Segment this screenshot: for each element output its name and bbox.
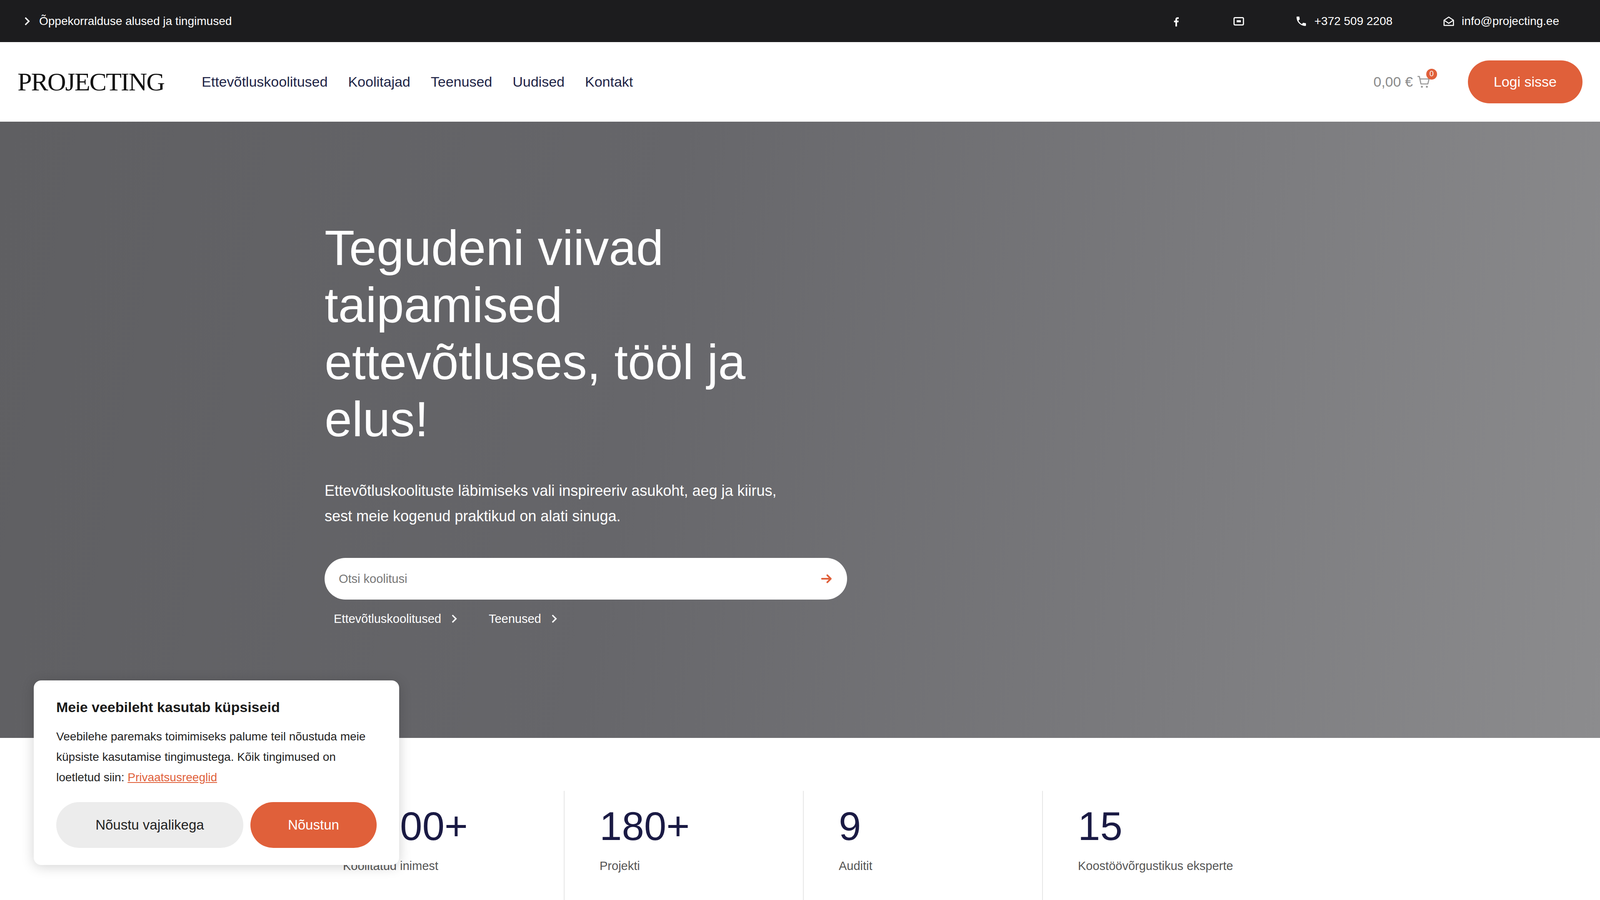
stat-label: Projekti xyxy=(599,857,803,875)
hero-link[interactable]: Ettevõtluskoolitused xyxy=(333,610,460,628)
stat-value: 9 xyxy=(838,803,1043,850)
nav-links: Ettevõtluskoolitused Koolitajad Teenused Uu… xyxy=(201,73,633,90)
facebook-icon[interactable] xyxy=(1170,15,1183,28)
hero-link-text: Ettevõtluskoolitused xyxy=(333,610,442,628)
phone-text: +372 509 2208 xyxy=(1314,14,1393,28)
subtitle-line: Ettevõtluskoolituste läbimiseks vali ins… xyxy=(324,477,850,504)
contact-bar: +372 509 2208 info@projecting.ee xyxy=(1170,14,1560,28)
privacy-link[interactable]: Privaatsusreeglid xyxy=(127,770,218,784)
nav-link[interactable]: Teenused xyxy=(430,73,493,90)
hero-links: Ettevõtluskoolitused Teenused xyxy=(324,610,850,628)
video-icon[interactable] xyxy=(1232,15,1245,28)
cookie-button[interactable]: Nõustun xyxy=(250,802,377,848)
arrow-right-icon[interactable] xyxy=(819,571,834,586)
cart-icon-wrap: 0 xyxy=(1416,74,1432,90)
stat: 9 Auditit xyxy=(802,790,1043,900)
heading-line: ettevõtluses, tööl ja xyxy=(324,333,850,391)
cookie-buttons: Nõustu vajalikegaNõustun xyxy=(56,802,377,848)
stat-label: Auditit xyxy=(838,857,1043,875)
phone-icon xyxy=(1295,15,1308,28)
heading-line: elus! xyxy=(324,390,850,448)
hero-content: Tegudeni viivadtaipamisedettevõtluses, t… xyxy=(324,219,850,628)
chevron-right-icon xyxy=(448,613,460,625)
nav-link[interactable]: Uudised xyxy=(512,73,565,90)
cookie-banner: Meie veebileht kasutab küpsiseid Veebileh… xyxy=(33,680,400,865)
stat-value: 15 xyxy=(1077,803,1282,850)
email-link[interactable]: info@projecting.ee xyxy=(1442,14,1560,28)
phone-link[interactable]: +372 509 2208 xyxy=(1295,14,1393,28)
login-button[interactable]: Logi sisse xyxy=(1467,60,1583,104)
heading-line: taipamised xyxy=(324,276,850,334)
hero-subtitle: Ettevõtluskoolituste läbimiseks vali ins… xyxy=(324,477,850,529)
nav-actions: 0,00 €0Logi sisse xyxy=(1373,60,1583,104)
cookie-button[interactable]: Nõustu vajalikega xyxy=(56,802,244,848)
stat-value: 180+ xyxy=(599,803,803,850)
cart-total: 0,00 € xyxy=(1373,73,1413,90)
main-nav: PROJECTING Ettevõtluskoolitused Koolitajad… xyxy=(0,42,1600,122)
chevron-right-icon xyxy=(548,613,560,625)
hero-link-text: Teenused xyxy=(488,610,542,628)
cookie-text: Veebilehe paremaks toimimiseks palume te… xyxy=(56,726,377,788)
search-field[interactable] xyxy=(324,557,848,600)
logo[interactable]: PROJECTING xyxy=(17,67,165,97)
stat: 15 Koostöövõrgustikus eksperte xyxy=(1042,790,1282,900)
cart-count-badge: 0 xyxy=(1426,68,1438,80)
search-input[interactable] xyxy=(337,571,820,587)
mail-icon xyxy=(1442,15,1455,28)
hero-heading: Tegudeni viivadtaipamisedettevõtluses, t… xyxy=(324,219,850,448)
subtitle-line: sest meie kogenud praktikud on alati sin… xyxy=(324,503,850,529)
top-bar: Õppekorralduse alused ja tingimused +372 … xyxy=(0,0,1600,43)
email-text: info@projecting.ee xyxy=(1461,14,1560,28)
nav-link[interactable]: Kontakt xyxy=(585,73,633,90)
stat-label: Koostöövõrgustikus eksperte xyxy=(1077,857,1282,875)
terms-link-text: Õppekorralduse alused ja tingimused xyxy=(39,14,232,28)
chevron-right-icon xyxy=(21,15,33,27)
hero: Tegudeni viivadtaipamisedettevõtluses, t… xyxy=(0,121,1600,738)
terms-link[interactable]: Õppekorralduse alused ja tingimused xyxy=(21,14,232,28)
hero-link[interactable]: Teenused xyxy=(488,610,560,628)
stat: 180+ Projekti xyxy=(563,790,803,900)
heading-line: Tegudeni viivad xyxy=(324,219,850,277)
nav-link[interactable]: Koolitajad xyxy=(347,73,410,90)
page: Õppekorralduse alused ja tingimused +372 … xyxy=(0,0,1600,900)
nav-link[interactable]: Ettevõtluskoolitused xyxy=(201,73,328,90)
cookie-title: Meie veebileht kasutab küpsiseid xyxy=(56,697,377,717)
cart[interactable]: 0,00 €0 xyxy=(1373,73,1432,90)
